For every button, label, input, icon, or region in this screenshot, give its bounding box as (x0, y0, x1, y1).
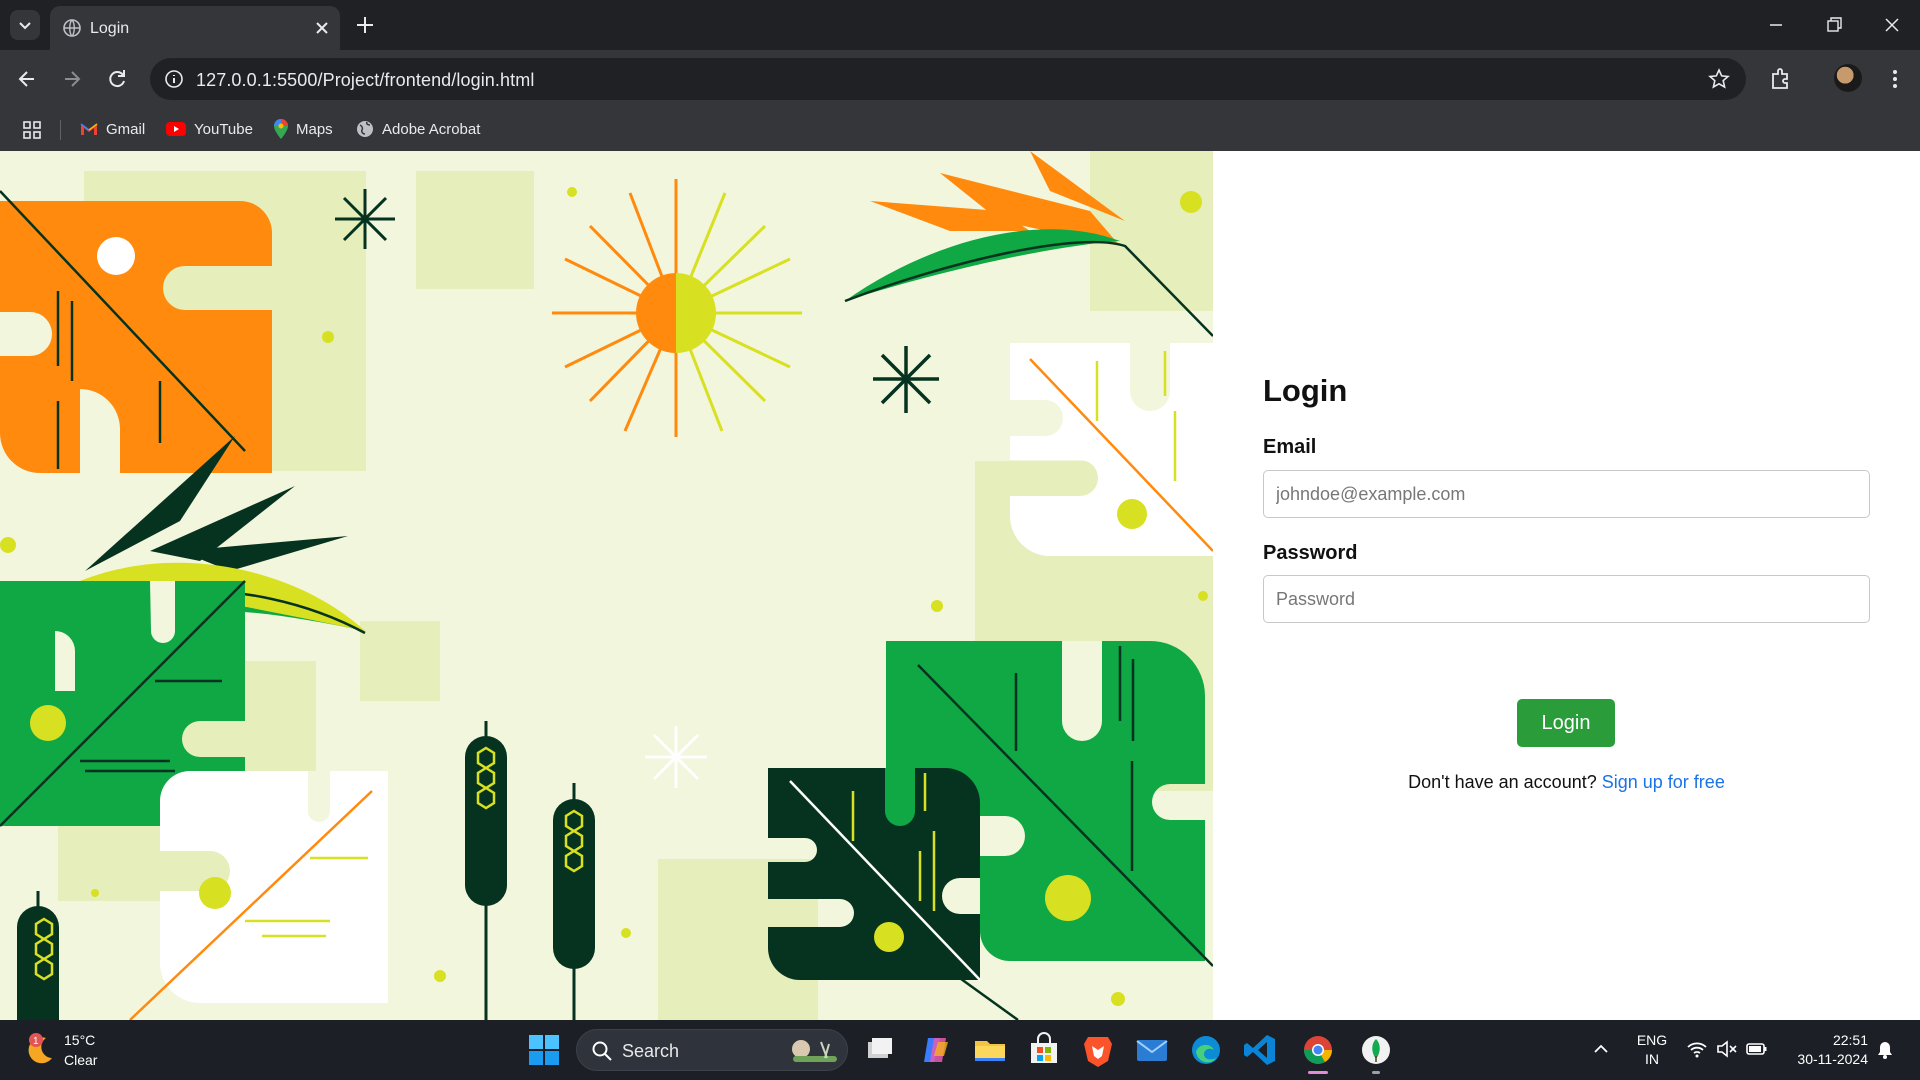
decorative-illustration (0, 151, 1213, 1020)
notification-bell-icon[interactable] (1876, 1040, 1894, 1060)
weather-widget[interactable]: 1 15°C Clear (22, 1028, 142, 1072)
toolbar: 127.0.0.1:5500/Project/frontend/login.ht… (0, 50, 1920, 108)
password-input[interactable] (1263, 575, 1870, 623)
email-input[interactable] (1263, 470, 1870, 518)
bookmark-star-icon[interactable] (1708, 68, 1730, 90)
bookmark-label: Gmail (106, 120, 146, 138)
bookmark-youtube[interactable]: YouTube (166, 117, 253, 141)
restore-icon[interactable] (1820, 12, 1848, 38)
profile-avatar[interactable] (1834, 64, 1862, 92)
tab-active[interactable]: Login (50, 6, 340, 50)
asterisk-icon (335, 189, 395, 249)
bookmark-adobe-acrobat[interactable]: Adobe Acrobat (356, 117, 480, 141)
password-label: Password (1263, 542, 1358, 564)
signup-prompt-text: Don't have an account? (1408, 772, 1597, 792)
globe-icon (357, 121, 373, 137)
vscode-icon[interactable] (1242, 1032, 1278, 1068)
maps-icon (274, 119, 288, 139)
close-window-icon[interactable] (1878, 12, 1906, 38)
speaker-muted-icon[interactable] (1716, 1040, 1738, 1058)
taskbar-search-label: Search (622, 1041, 680, 1061)
login-title: Login (1263, 373, 1348, 408)
reload-icon[interactable] (102, 64, 132, 94)
globe-icon (63, 19, 81, 37)
botanical-illustration (0, 151, 1213, 1020)
copilot-icon[interactable] (918, 1032, 954, 1068)
url-text[interactable]: 127.0.0.1:5500/Project/frontend/login.ht… (196, 70, 534, 91)
taskbar-clock[interactable]: 22:51 30-11-2024 (1780, 1031, 1868, 1069)
login-panel: Login Email Password Login Don't have an… (1213, 151, 1920, 1020)
moon-weather-icon: 1 (28, 1033, 52, 1064)
bookmark-label: Adobe Acrobat (382, 120, 481, 138)
tab-title: Login (90, 20, 130, 37)
edge-browser-icon[interactable] (1188, 1032, 1224, 1068)
mongodb-compass-taskbar-button[interactable] (1358, 1032, 1394, 1074)
email-label: Email (1263, 436, 1317, 458)
back-arrow-icon[interactable] (12, 64, 42, 94)
search-icon (592, 1041, 612, 1061)
search-highlight-icon (792, 1040, 837, 1062)
bookmark-maps[interactable]: Maps (274, 117, 333, 141)
youtube-icon (166, 122, 186, 136)
windows-taskbar: 1 15°C Clear Search ENG IN 22:51 30-11-2… (0, 1020, 1920, 1080)
bookmarks-separator (60, 120, 61, 140)
new-tab-plus-icon[interactable] (354, 14, 376, 36)
weather-condition: Clear (64, 1052, 98, 1068)
tab-strip: Login (0, 0, 1920, 50)
browser-chrome: Login 127.0.0.1:5500/Project/frontend/lo… (0, 0, 1920, 151)
forward-arrow-icon[interactable] (57, 64, 87, 94)
brave-browser-icon[interactable] (1080, 1032, 1116, 1068)
bookmark-label: Maps (296, 120, 333, 138)
clock-date: 30-11-2024 (1797, 1051, 1868, 1067)
page-viewport: Login Email Password Login Don't have an… (0, 151, 1920, 1020)
bookmark-label: YouTube (194, 120, 253, 138)
apps-grid-icon[interactable] (22, 120, 42, 140)
file-explorer-icon[interactable] (972, 1032, 1008, 1068)
chrome-icon (1304, 1036, 1332, 1064)
microsoft-store-icon[interactable] (1026, 1032, 1062, 1068)
chrome-taskbar-button[interactable] (1300, 1032, 1336, 1074)
weather-temp: 15°C (64, 1032, 96, 1048)
close-icon[interactable] (312, 18, 332, 38)
extensions-puzzle-icon[interactable] (1766, 64, 1796, 94)
svg-text:1: 1 (33, 1036, 39, 1047)
region-code: IN (1645, 1051, 1659, 1067)
input-language-indicator[interactable]: ENG IN (1632, 1031, 1672, 1069)
mongodb-leaf-icon (1362, 1036, 1390, 1064)
signup-link[interactable]: Sign up for free (1602, 772, 1725, 792)
chevron-up-icon[interactable] (1592, 1042, 1610, 1056)
wifi-icon[interactable] (1686, 1040, 1708, 1058)
more-menu-icon[interactable] (1880, 64, 1910, 94)
signup-prompt-line: Don't have an account? Sign up for free (1213, 772, 1920, 793)
mail-icon[interactable] (1134, 1032, 1170, 1068)
task-view-icon[interactable] (862, 1032, 898, 1068)
windows-start-icon[interactable] (528, 1034, 560, 1066)
bookmark-gmail[interactable]: Gmail (80, 117, 145, 141)
gmail-icon (80, 123, 98, 135)
site-info-icon[interactable] (164, 69, 184, 89)
language-code: ENG (1636, 1032, 1668, 1048)
bookmarks-bar: Gmail YouTube Maps Adobe Acrobat (0, 108, 1920, 151)
taskbar-search-box[interactable]: Search (576, 1029, 848, 1071)
login-button[interactable]: Login (1517, 699, 1615, 747)
chevron-down-icon (19, 22, 31, 30)
clock-time: 22:51 (1832, 1032, 1868, 1048)
tab-search-button[interactable] (10, 10, 40, 40)
battery-icon[interactable] (1746, 1041, 1768, 1057)
address-bar[interactable]: 127.0.0.1:5500/Project/frontend/login.ht… (150, 58, 1746, 100)
minimize-icon[interactable] (1762, 12, 1790, 38)
